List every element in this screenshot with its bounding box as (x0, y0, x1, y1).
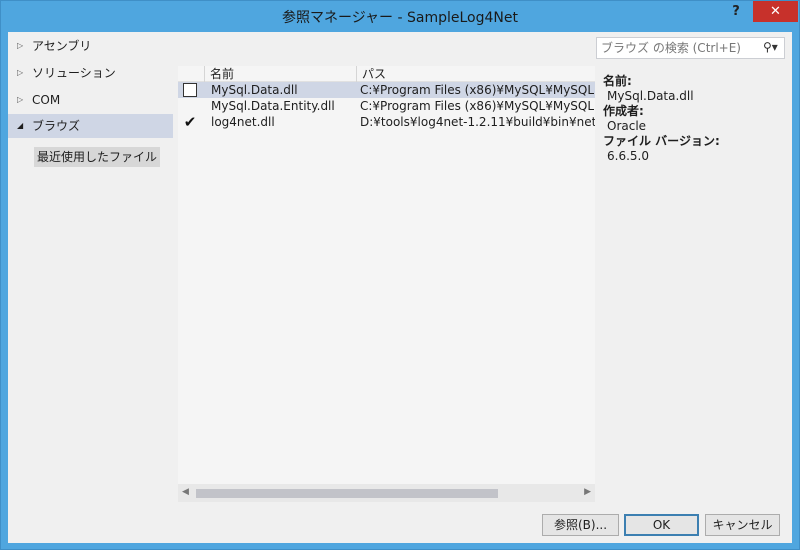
include-checkbox-checked[interactable]: ✔ (183, 115, 197, 130)
column-header-name[interactable]: 名前 (204, 66, 356, 82)
table-row[interactable]: MySql.Data.dll C:¥Program Files (x86)¥My… (178, 82, 595, 98)
table-row[interactable]: MySql.Data.Entity.dll C:¥Program Files (… (178, 98, 595, 114)
expand-arrow-icon: ▷ (17, 95, 24, 104)
close-button[interactable]: ✕ (753, 1, 798, 22)
dialog-client-area: ▷ アセンブリ ▷ ソリューション ▷ COM ◢ ブラウズ 最近使用したファイ… (8, 32, 792, 543)
sidebar-item-label: COM (32, 93, 61, 107)
reference-manager-window: 参照マネージャー - SampleLog4Net ? ✕ ▷ アセンブリ ▷ ソ… (0, 0, 800, 550)
detail-name-value: MySql.Data.dll (607, 89, 694, 103)
title-bar[interactable]: 参照マネージャー - SampleLog4Net ? ✕ (1, 1, 799, 33)
table-row[interactable]: ✔ log4net.dll D:¥tools¥log4net-1.2.11¥bu… (178, 114, 595, 130)
scroll-right-icon[interactable]: ▶ (584, 487, 591, 497)
search-box: ⚲▾ (596, 37, 785, 59)
detail-version-value: 6.6.5.0 (607, 149, 649, 163)
browse-button[interactable]: 参照(B)... (542, 514, 619, 536)
reference-path: C:¥Program Files (x86)¥MySQL¥MySQL (360, 99, 595, 113)
search-icon[interactable]: ⚲▾ (763, 40, 783, 56)
column-header-path[interactable]: パス (356, 66, 595, 82)
sidebar-item-solution[interactable]: ▷ ソリューション (8, 61, 173, 85)
sidebar-item-label: アセンブリ (32, 39, 92, 53)
detail-name-label: 名前: (603, 74, 632, 88)
sidebar-item-label: ソリューション (32, 66, 116, 80)
reference-name: MySql.Data.dll (211, 83, 298, 97)
category-sidebar: ▷ アセンブリ ▷ ソリューション ▷ COM ◢ ブラウズ 最近使用したファイ… (8, 32, 178, 502)
reference-path: D:¥tools¥log4net-1.2.11¥build¥bin¥net¥2 (360, 115, 595, 129)
scrollbar-thumb[interactable] (196, 489, 498, 498)
cancel-button[interactable]: キャンセル (705, 514, 780, 536)
sidebar-item-browse[interactable]: ◢ ブラウズ (8, 114, 173, 138)
search-input[interactable] (601, 40, 761, 56)
sidebar-item-recent-files[interactable]: 最近使用したファイル (34, 147, 161, 167)
sidebar-item-label: ブラウズ (32, 119, 81, 133)
collapse-arrow-icon: ◢ (17, 121, 24, 130)
details-panel: 名前: MySql.Data.dll 作成者: Oracle ファイル バージョ… (603, 74, 788, 164)
expand-arrow-icon: ▷ (17, 68, 24, 77)
detail-version-label: ファイル バージョン: (603, 134, 720, 148)
include-checkbox[interactable] (183, 83, 197, 97)
help-button[interactable]: ? (719, 2, 753, 22)
sidebar-item-com[interactable]: ▷ COM (8, 88, 173, 112)
expand-arrow-icon: ▷ (17, 41, 24, 50)
reference-list: 名前 パス MySql.Data.dll C:¥Program Files (x… (178, 66, 595, 502)
detail-author-value: Oracle (607, 119, 647, 133)
reference-path: C:¥Program Files (x86)¥MySQL¥MySQL (360, 83, 595, 97)
scroll-left-icon[interactable]: ◀ (182, 487, 189, 497)
ok-button[interactable]: OK (624, 514, 699, 536)
reference-name: MySql.Data.Entity.dll (211, 99, 335, 113)
sidebar-item-assemblies[interactable]: ▷ アセンブリ (8, 34, 173, 58)
detail-author-label: 作成者: (603, 104, 644, 118)
horizontal-scrollbar[interactable]: ◀ ▶ (178, 484, 595, 502)
list-header: 名前 パス (178, 66, 595, 82)
window-title: 参照マネージャー - SampleLog4Net (282, 10, 518, 26)
reference-name: log4net.dll (211, 115, 275, 129)
